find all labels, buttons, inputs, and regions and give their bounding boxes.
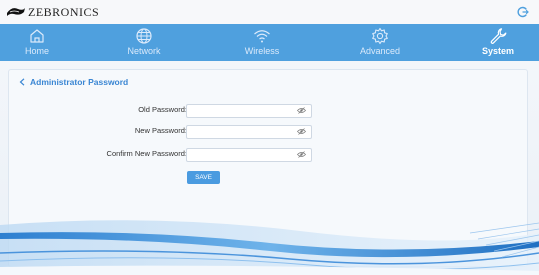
eye-slash-icon[interactable] xyxy=(297,107,306,114)
nav-item-advanced[interactable]: Advanced xyxy=(340,24,420,61)
brand-name: ZEBRONICS xyxy=(28,5,100,19)
new-password-row: New Password: xyxy=(9,125,527,139)
save-button[interactable]: SAVE xyxy=(187,171,220,184)
brand-logo: ZEBRONICS xyxy=(6,5,99,19)
page-title-text: Administrator Password xyxy=(30,77,129,87)
old-password-input[interactable] xyxy=(186,104,312,118)
eye-slash-icon[interactable] xyxy=(297,128,306,135)
nav-label-wireless: Wireless xyxy=(244,46,280,56)
home-icon xyxy=(30,29,44,43)
wrench-icon xyxy=(490,28,507,44)
nav-label-system: System xyxy=(481,46,515,56)
top-bar: ZEBRONICS xyxy=(0,0,539,25)
nav-item-home[interactable]: Home xyxy=(0,24,77,61)
nav-label-network: Network xyxy=(127,46,161,56)
back-chevron-icon[interactable] xyxy=(19,78,25,86)
confirm-password-label: Confirm New Password: xyxy=(106,149,187,158)
old-password-label: Old Password: xyxy=(138,105,187,114)
zebronics-logo-icon xyxy=(7,8,25,16)
nav-item-wireless[interactable]: Wireless xyxy=(222,24,302,61)
wifi-icon xyxy=(254,30,270,43)
logout-icon[interactable] xyxy=(517,6,529,18)
main-nav: Home Network Wireless Advanced System xyxy=(0,24,539,61)
eye-slash-icon[interactable] xyxy=(297,151,306,158)
page-title[interactable]: Administrator Password xyxy=(19,77,128,87)
new-password-label: New Password: xyxy=(134,126,187,135)
nav-label-home: Home xyxy=(24,46,49,56)
confirm-password-input[interactable] xyxy=(186,148,312,162)
globe-icon xyxy=(136,28,152,44)
nav-item-network[interactable]: Network xyxy=(104,24,184,61)
confirm-password-row: Confirm New Password: xyxy=(9,148,527,162)
decorative-wave-background xyxy=(0,220,539,275)
gear-icon xyxy=(372,27,388,45)
new-password-input[interactable] xyxy=(186,125,312,139)
nav-item-system[interactable]: System xyxy=(458,24,538,61)
old-password-row: Old Password: xyxy=(9,104,527,118)
nav-label-advanced: Advanced xyxy=(359,46,401,56)
